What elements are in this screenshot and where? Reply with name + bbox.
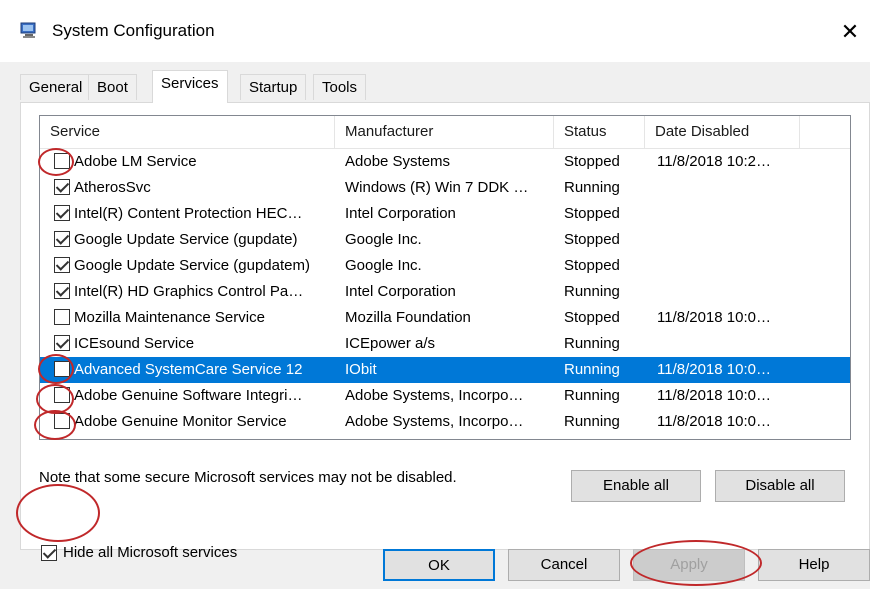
service-name: Intel(R) Content Protection HEC… <box>74 205 303 222</box>
service-name: AtherosSvc <box>74 179 151 196</box>
tab-services[interactable]: Services <box>152 70 228 103</box>
service-name: Adobe Genuine Software Integri… <box>74 387 303 404</box>
service-row[interactable]: Adobe Genuine Monitor Service Adobe Syste… <box>40 409 850 435</box>
ok-button[interactable]: OK <box>383 549 495 581</box>
service-manufacturer: Adobe Systems, Incorpo… <box>345 387 524 404</box>
column-service[interactable]: Service <box>40 116 335 148</box>
service-status: Stopped <box>564 231 620 248</box>
service-status: Running <box>564 335 620 352</box>
service-row[interactable]: Google Update Service (gupdatem) Google I… <box>40 253 850 279</box>
service-checkbox[interactable] <box>54 361 70 377</box>
service-name: Google Update Service (gupdate) <box>74 231 298 248</box>
service-checkbox[interactable] <box>54 413 70 429</box>
hide-ms-services-checkbox[interactable] <box>41 545 57 561</box>
service-name: Adobe LM Service <box>74 153 197 170</box>
title-bar: System Configuration ✕ <box>0 0 870 62</box>
column-manufacturer[interactable]: Manufacturer <box>335 116 554 148</box>
service-checkbox[interactable] <box>54 283 70 299</box>
service-date-disabled: 11/8/2018 10:0… <box>657 387 771 404</box>
service-name: Adobe Genuine Monitor Service <box>74 413 287 430</box>
service-date-disabled: 11/8/2018 10:0… <box>657 413 771 430</box>
secure-services-note: Note that some secure Microsoft services… <box>39 469 457 486</box>
list-rows: Adobe LM Service Adobe Systems Stopped 11/8… <box>40 149 850 435</box>
service-row[interactable]: Adobe Genuine Software Integri… Adobe Sys… <box>40 383 850 409</box>
apply-button[interactable]: Apply <box>633 549 745 581</box>
dialog-body: General Boot Services Startup Tools Serv… <box>0 62 870 589</box>
column-status[interactable]: Status <box>554 116 645 148</box>
service-status: Running <box>564 361 620 378</box>
service-date-disabled: 11/8/2018 10:0… <box>657 361 771 378</box>
hide-ms-services-label: Hide all Microsoft services <box>63 544 238 561</box>
service-status: Running <box>564 413 620 430</box>
service-name: Advanced SystemCare Service 12 <box>74 361 303 378</box>
service-date-disabled: 11/8/2018 10:0… <box>657 309 771 326</box>
service-manufacturer: ICEpower a/s <box>345 335 436 352</box>
service-checkbox[interactable] <box>54 257 70 273</box>
column-date-disabled[interactable]: Date Disabled <box>645 116 800 148</box>
enable-all-button[interactable]: Enable all <box>571 470 701 502</box>
service-manufacturer: Intel Corporation <box>345 283 456 300</box>
service-status: Running <box>564 179 620 196</box>
window-title: System Configuration <box>52 21 215 40</box>
service-name: Google Update Service (gupdatem) <box>74 257 310 274</box>
service-manufacturer: Adobe Systems <box>345 153 451 170</box>
services-panel: Service Manufacturer Status Date Disable… <box>20 102 870 561</box>
service-manufacturer: IObit <box>345 361 377 378</box>
service-name: Intel(R) HD Graphics Control Pa… <box>74 283 304 300</box>
service-row[interactable]: Advanced SystemCare Service 12 IObit Runni… <box>40 357 850 383</box>
service-checkbox[interactable] <box>54 153 70 169</box>
disable-all-button[interactable]: Disable all <box>715 470 845 502</box>
service-row[interactable]: Mozilla Maintenance Service Mozilla Found… <box>40 305 850 331</box>
service-manufacturer: Adobe Systems, Incorpo… <box>345 413 524 430</box>
service-checkbox[interactable] <box>54 205 70 221</box>
tab-general[interactable]: General <box>20 74 92 100</box>
service-checkbox[interactable] <box>54 309 70 325</box>
service-row[interactable]: ICEsound Service ICEpower a/s Running <box>40 331 850 357</box>
service-row[interactable]: Google Update Service (gupdate) Google In… <box>40 227 850 253</box>
service-name: Mozilla Maintenance Service <box>74 309 265 326</box>
service-name: ICEsound Service <box>74 335 195 352</box>
service-status: Running <box>564 387 620 404</box>
service-checkbox[interactable] <box>54 387 70 403</box>
service-row[interactable]: Intel(R) HD Graphics Control Pa… Intel Co… <box>40 279 850 305</box>
service-row[interactable]: Adobe LM Service Adobe Systems Stopped 11/8… <box>40 149 850 175</box>
msconfig-icon <box>20 22 36 38</box>
service-manufacturer: Mozilla Foundation <box>345 309 471 326</box>
service-checkbox[interactable] <box>54 335 70 351</box>
service-status: Stopped <box>564 153 620 170</box>
list-header: Service Manufacturer Status Date Disable… <box>40 116 850 149</box>
tab-boot[interactable]: Boot <box>88 74 137 100</box>
close-button[interactable]: ✕ <box>830 12 870 52</box>
tab-startup[interactable]: Startup <box>240 74 307 100</box>
service-manufacturer: Windows (R) Win 7 DDK … <box>345 179 529 196</box>
service-checkbox[interactable] <box>54 179 70 195</box>
service-manufacturer: Google Inc. <box>345 231 422 248</box>
service-checkbox[interactable] <box>54 231 70 247</box>
service-status: Stopped <box>564 309 620 326</box>
service-status: Stopped <box>564 257 620 274</box>
service-row[interactable]: Intel(R) Content Protection HEC… Intel Co… <box>40 201 850 227</box>
service-manufacturer: Intel Corporation <box>345 205 456 222</box>
cancel-button[interactable]: Cancel <box>508 549 620 581</box>
service-date-disabled: 11/8/2018 10:2… <box>657 153 771 170</box>
service-status: Stopped <box>564 205 620 222</box>
help-button[interactable]: Help <box>758 549 870 581</box>
service-manufacturer: Google Inc. <box>345 257 422 274</box>
service-row[interactable]: AtherosSvc Windows (R) Win 7 DDK … Running <box>40 175 850 201</box>
services-list[interactable]: Service Manufacturer Status Date Disable… <box>39 115 851 440</box>
service-status: Running <box>564 283 620 300</box>
tab-tools[interactable]: Tools <box>313 74 367 100</box>
